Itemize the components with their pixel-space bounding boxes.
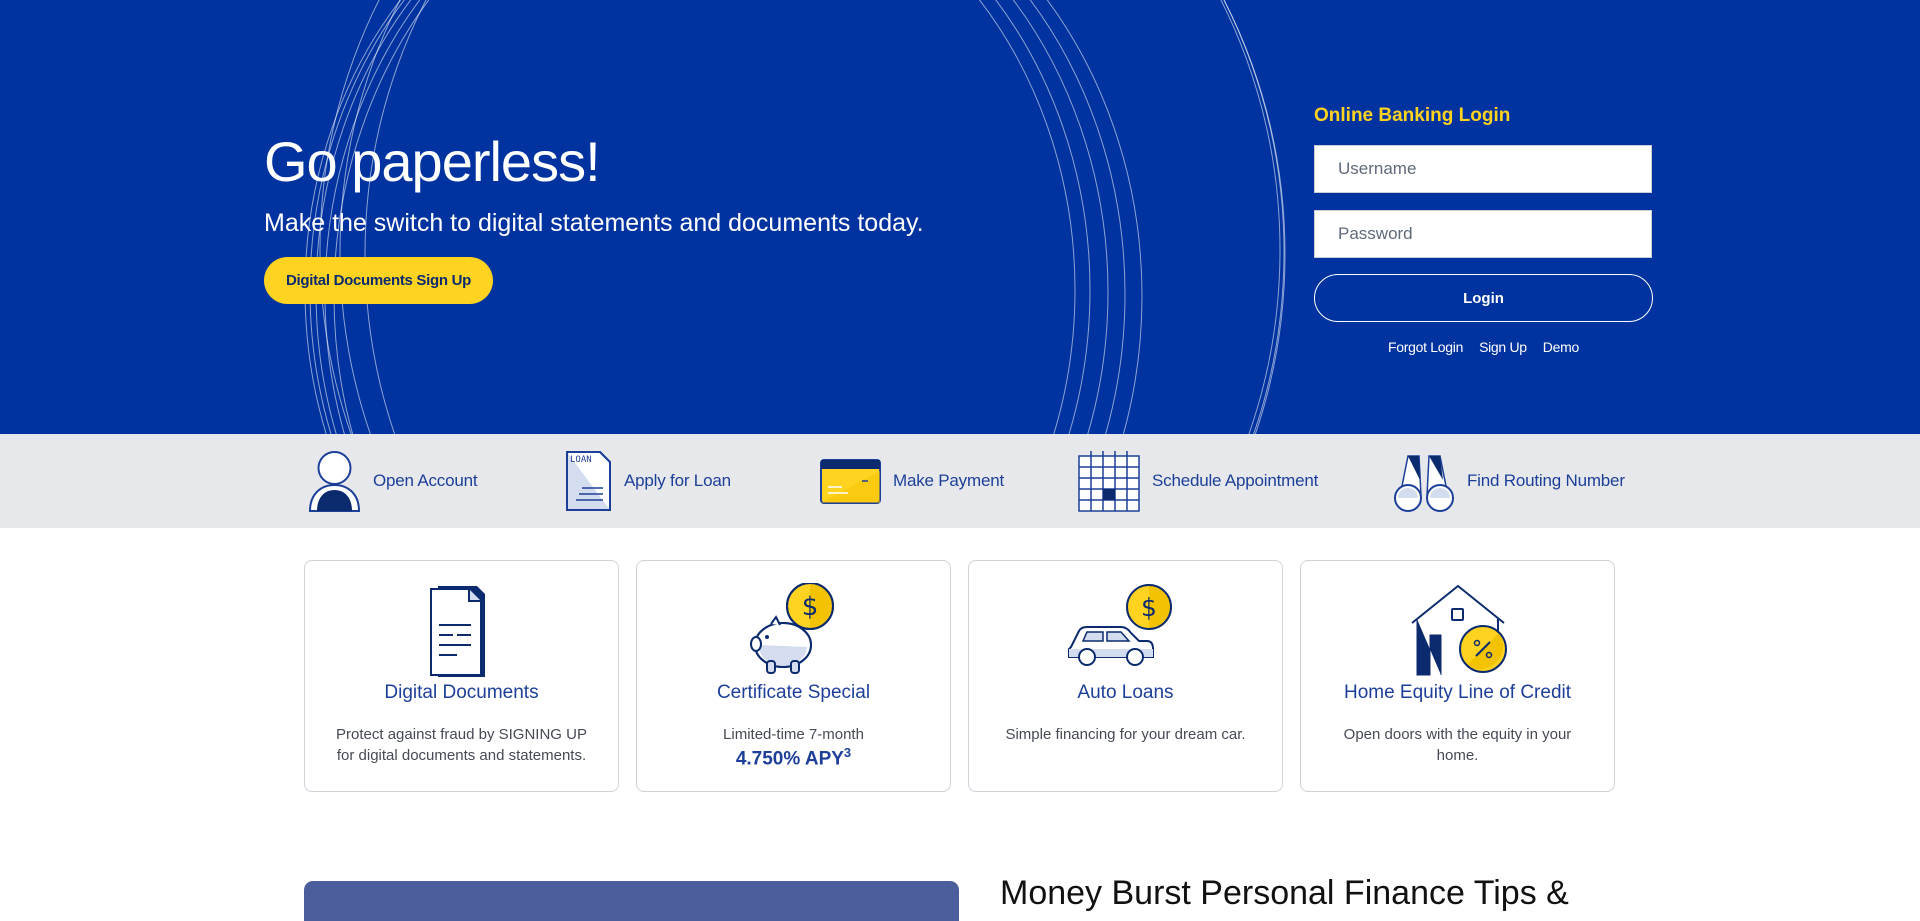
loan-icon-text: LOAN <box>570 455 592 465</box>
apply-for-loan-label: Apply for Loan <box>624 471 731 490</box>
card-home-equity-line-of-credit[interactable]: Home Equity Line of Credit Open doors wi… <box>1300 560 1615 792</box>
open-account-link[interactable]: Open Account <box>308 434 478 528</box>
card-text-digital-documents: Protect against fraud by SIGNING UP for … <box>336 726 587 764</box>
hero-banner: Go paperless! Make the switch to digital… <box>0 0 1920 434</box>
certificate-rate: 4.750% APY3 <box>637 745 950 771</box>
loan-document-icon: LOAN <box>566 451 611 511</box>
login-links: Forgot Login Sign Up Demo <box>1314 339 1653 355</box>
rate-footnote: 3 <box>843 745 852 760</box>
svg-text:$: $ <box>802 592 819 622</box>
document-icon <box>430 586 485 677</box>
card-auto-loans[interactable]: $ Auto Loans Simple financing for your d… <box>968 560 1283 792</box>
house-percent-icon <box>1411 584 1507 676</box>
card-digital-documents[interactable]: Digital Documents Protect against fraud … <box>304 560 619 792</box>
person-icon <box>308 451 361 512</box>
certificate-rate-value: 4.750% APY <box>735 748 844 770</box>
make-payment-label: Make Payment <box>893 471 1004 490</box>
hero-subtitle: Make the switch to digital statements an… <box>264 209 924 237</box>
binoculars-icon <box>1394 455 1454 512</box>
make-payment-link[interactable]: Make Payment <box>820 434 1004 528</box>
schedule-appointment-link[interactable]: Schedule Appointment <box>1078 434 1318 528</box>
piggy-bank-coin-icon: $ <box>750 583 834 674</box>
demo-link[interactable]: Demo <box>1543 339 1579 355</box>
forgot-login-link[interactable]: Forgot Login <box>1388 339 1463 355</box>
password-input[interactable] <box>1314 210 1652 258</box>
find-routing-number-label: Find Routing Number <box>1467 471 1625 490</box>
username-input[interactable] <box>1314 145 1652 193</box>
login-title: Online Banking Login <box>1314 105 1511 126</box>
schedule-appointment-label: Schedule Appointment <box>1152 471 1319 490</box>
digital-documents-signup-button[interactable]: Digital Documents Sign Up <box>264 257 493 304</box>
find-routing-number-link[interactable]: Find Routing Number <box>1393 434 1625 528</box>
card-text-auto-loans: Simple financing for your dream car. <box>1005 726 1246 743</box>
calendar-icon <box>1078 451 1140 512</box>
open-account-label: Open Account <box>373 471 478 490</box>
login-button[interactable]: Login <box>1314 274 1653 322</box>
apply-for-loan-link[interactable]: LOAN Apply for Loan <box>565 434 731 528</box>
card-title-home-equity: Home Equity Line of Credit <box>1343 682 1572 703</box>
svg-text:$: $ <box>1141 593 1157 622</box>
blog-banner-image <box>304 881 959 921</box>
card-certificate-special[interactable]: $ Certificate Special Limited-time 7-mon… <box>636 560 951 792</box>
card-text-home-equity: Open doors with the equity in your home. <box>1343 726 1572 764</box>
card-title-digital-documents: Digital Documents <box>384 682 539 703</box>
sign-up-link[interactable]: Sign Up <box>1479 339 1527 355</box>
card-title-certificate-special: Certificate Special <box>716 682 871 703</box>
car-coin-icon: $ <box>1068 584 1172 666</box>
hero-title: Go paperless! <box>264 130 601 193</box>
credit-card-icon <box>820 458 881 504</box>
card-title-auto-loans: Auto Loans <box>1077 682 1174 703</box>
card-text-certificate-special: Limited-time 7-month <box>723 726 864 743</box>
quick-actions-bar: Open Account LOAN Apply for Loan Make Pa… <box>0 434 1920 528</box>
blog-section-title: Money Burst Personal Finance Tips & <box>1000 874 1569 912</box>
